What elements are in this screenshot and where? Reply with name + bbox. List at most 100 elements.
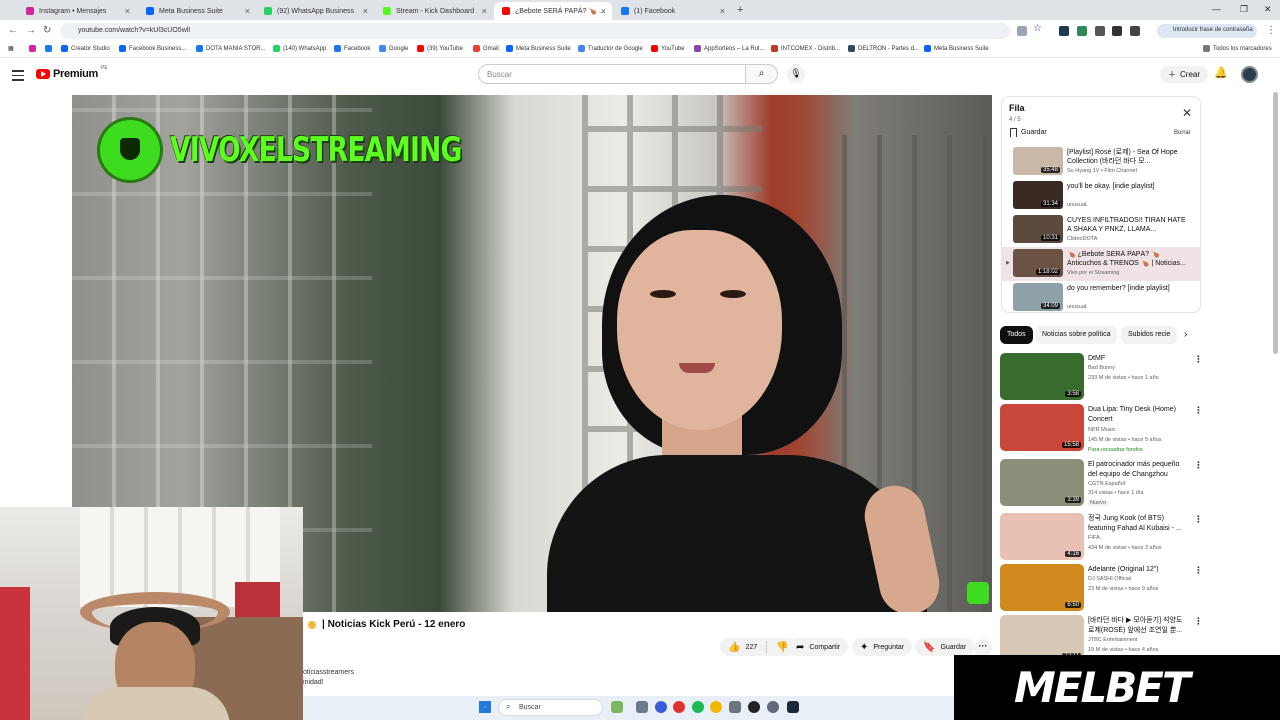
bookmark-item[interactable]: AppSorteos – La Rul... [694,45,764,52]
emoji-icon [308,620,316,629]
bookmark-item[interactable]: Gmail [473,45,499,52]
chip-politics[interactable]: Noticias sobre política [1035,326,1118,344]
bookmark-item[interactable]: Meta Business Suite [506,45,571,52]
bookmark-item[interactable]: Creator Studio [61,45,110,52]
facebook-bookmark-icon[interactable] [45,45,52,52]
recommendation-item[interactable]: 3:58 DtMF Bad Bunny 233 M de vistas • ha… [1000,353,1210,403]
search-button[interactable]: ⌕ [745,64,778,84]
calculator-icon[interactable] [729,701,741,713]
settings-gear-icon[interactable] [767,701,779,713]
chevron-right-icon[interactable]: › [1184,329,1187,340]
password-button[interactable]: Introducir frase de contraseña [1157,24,1257,38]
chrome-icon[interactable] [710,701,722,713]
bookmark-item[interactable]: Google [379,45,408,52]
chip-all[interactable]: Todos [1000,326,1033,344]
browser-tab[interactable]: Stream - Kick Dashboard × [375,2,493,20]
bookmark-item[interactable]: Meta Business Suite [924,45,989,52]
more-options-icon[interactable]: ⋮ [1194,616,1203,627]
bookmark-item[interactable]: YouTube [651,45,685,52]
opera-icon[interactable] [673,701,685,713]
install-app-icon[interactable] [1017,26,1027,36]
bookmark-item[interactable]: DOTA MANIA STOR... [196,45,265,52]
browser-tab[interactable]: Instagram • Mensajes × [18,2,136,20]
more-options-icon[interactable]: ⋮ [1194,460,1203,471]
taskbar-search[interactable]: ⌕ Buscar [498,699,603,716]
queue-item[interactable]: 10:31 CUYES INFILTRADOS!! TIRAN HATE A S… [1002,213,1200,247]
queue-item[interactable]: 31:34 you'll be okay. [indie playlist] u… [1002,179,1200,213]
more-options-icon[interactable]: ⋮ [1194,514,1203,525]
close-window-icon[interactable]: ✕ [1264,4,1272,15]
maximize-icon[interactable]: ❐ [1240,4,1248,15]
like-button[interactable]: 👍 227 👎 [720,638,797,656]
close-tab-icon[interactable]: × [601,6,606,16]
queue-item[interactable]: 35:48 [Playlist] Rosé (로제) - Sea Of Hope… [1002,145,1200,179]
close-icon[interactable]: ✕ [1182,106,1192,120]
reload-icon[interactable]: ↻ [43,25,51,36]
queue-item[interactable]: 34:09 do you remember? [indie playlist] … [1002,281,1200,312]
obs-icon[interactable] [748,701,760,713]
bookmark-item[interactable]: Facebook [334,45,370,52]
youtube-logo[interactable]: Premium PE [36,65,108,80]
app-icon[interactable] [655,701,667,713]
browser-tab[interactable]: Meta Business Suite × [138,2,256,20]
close-tab-icon[interactable]: × [482,6,487,16]
extension-icon[interactable] [1095,26,1105,36]
voice-search-button[interactable]: 🎙 [787,65,805,83]
thumbs-up-icon: 👍 [728,641,741,653]
share-button[interactable]: ➦ Compartir [788,638,849,656]
queue-item-playing[interactable]: ▶ 1:18:02 🍗 ¿Bebote SERÁ PAPÁ? 🍗 Anticuc… [1002,247,1200,281]
extension-icon[interactable] [1112,26,1122,36]
close-tab-icon[interactable]: × [720,6,725,16]
avatar[interactable] [1241,66,1258,83]
steam-icon[interactable] [787,701,799,713]
url-input[interactable]: youtube.com/watch?v=kUl3cUO5wlI [60,23,1010,39]
task-view-icon[interactable] [636,701,648,713]
recommendation-item[interactable]: 6:50 Adelante (Original 12") DJ SASHI Of… [1000,564,1210,614]
bookmark-item[interactable]: INTCOMEX - Distrib... [771,45,840,52]
instagram-bookmark-icon[interactable] [29,45,36,52]
ask-button[interactable]: ✦ Preguntar [852,638,913,656]
spotify-icon[interactable] [692,701,704,713]
browser-tab[interactable]: (92) WhatsApp Business × [256,2,374,20]
forward-icon[interactable]: → [26,25,36,36]
new-tab-button[interactable]: + [737,4,743,16]
all-bookmarks[interactable]: Todos los marcadores [1203,45,1272,52]
page-scrollbar[interactable] [1273,92,1278,354]
thumbs-down-icon[interactable]: 👎 [776,642,788,653]
back-icon[interactable]: ← [8,25,18,36]
bookmark-icon [506,45,513,52]
close-tab-icon[interactable]: × [245,6,250,16]
queue-clear-button[interactable]: Borrar [1174,130,1191,136]
more-options-icon[interactable]: ⋮ [1194,565,1203,576]
star-icon[interactable]: ☆ [1033,23,1043,34]
apps-icon[interactable]: ▦ [8,45,14,52]
close-tab-icon[interactable]: × [363,6,368,16]
browser-tab-active[interactable]: ¿Bebote SERÁ PAPÁ? 🍗 ... × [494,2,612,20]
browser-tab[interactable]: (1) Facebook × [613,2,731,20]
bookmark-item[interactable]: (140) WhatsApp [273,45,326,52]
menu-icon[interactable] [12,70,24,84]
save-button[interactable]: 🔖 Guardar [915,638,975,656]
more-options-icon[interactable]: ⋮ [1194,405,1203,416]
extensions-puzzle-icon[interactable] [1130,26,1140,36]
close-tab-icon[interactable]: × [125,6,130,16]
minimize-icon[interactable]: — [1212,4,1221,14]
bookmark-item[interactable]: DELTRON - Partes d... [848,45,919,52]
extension-icon[interactable] [1077,26,1087,36]
search-input[interactable]: Buscar [478,64,746,84]
bookmark-item[interactable]: Facebook Business... [119,45,186,52]
more-options-icon[interactable]: ⋮ [1194,354,1203,365]
browser-menu-icon[interactable]: ⋮ [1266,25,1276,36]
recommendation-item[interactable]: 3:39 El patrocinador más pequeño del equ… [1000,459,1210,509]
recommendation-item[interactable]: 15:58 Dua Lipa: Tiny Desk (Home) Concert… [1000,404,1210,454]
recommendation-item[interactable]: 4:16 정국 Jung Kook (of BTS) featuring Fah… [1000,513,1210,563]
chip-recent[interactable]: Subidos recie [1121,326,1177,344]
queue-save-button[interactable]: Guardar [1010,128,1047,137]
notifications-icon[interactable]: 🔔 [1214,66,1228,79]
bookmark-item[interactable]: (39) YouTube [417,45,463,52]
widget-icon[interactable] [611,701,623,713]
bookmark-item[interactable]: Traductor de Google [578,45,643,52]
create-button[interactable]: ＋ Crear [1160,66,1209,83]
extension-icon[interactable] [1059,26,1069,36]
windows-start-icon[interactable] [479,701,491,713]
